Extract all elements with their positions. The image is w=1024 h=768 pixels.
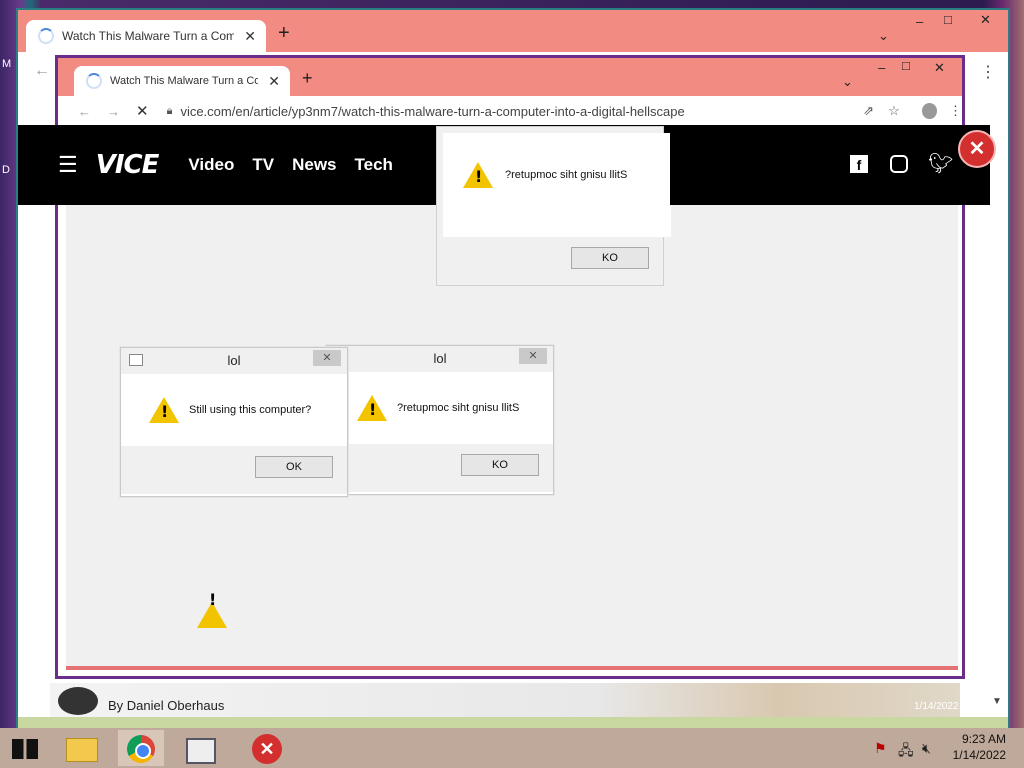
- app-icon: [129, 354, 143, 366]
- dialog-ko-button[interactable]: KO: [571, 247, 649, 269]
- dialog-ok-button[interactable]: OK: [255, 456, 333, 478]
- dialog-top-body: ?retupmoc siht gnisu llitS: [443, 133, 671, 237]
- facebook-icon[interactable]: f: [850, 155, 868, 173]
- new-tab-button[interactable]: +: [278, 22, 290, 45]
- error-icon: ✕: [958, 130, 996, 168]
- glitch-strip: By Daniel Oberhaus 1/14/2022: [50, 683, 960, 717]
- desktop-label: D: [2, 164, 10, 176]
- maximize-button[interactable]: □: [944, 12, 952, 27]
- back-arrow-icon[interactable]: ←: [34, 62, 50, 80]
- nav-tech[interactable]: Tech: [355, 155, 393, 175]
- volume-muted-icon[interactable]: 🔇︎: [922, 740, 931, 757]
- action-center-flag-icon[interactable]: ⚑: [874, 740, 887, 757]
- dialog-message: Still using this computer?: [189, 404, 312, 416]
- clock-date: 1/14/2022: [952, 748, 1006, 762]
- dialog-left-body: Still using this computer?: [121, 374, 347, 446]
- warning-icon: [463, 162, 493, 188]
- window-app-icon: [186, 738, 216, 764]
- dialog-ko-button[interactable]: KO: [461, 454, 539, 476]
- lock-icon: 🔒︎: [166, 104, 173, 117]
- tab-title: Watch This Malware Turn a Computer into …: [110, 75, 259, 87]
- network-icon[interactable]: 🖧︎: [898, 740, 914, 764]
- inner-tab-strip: Watch This Malware Turn a Computer into …: [58, 58, 962, 96]
- dialog-middle-body: ?retupmoc siht gnisu llitS: [327, 372, 553, 444]
- hamburger-menu-icon[interactable]: ☰: [58, 152, 78, 178]
- url-text: vice.com/en/article/yp3nm7/watch-this-ma…: [180, 103, 685, 119]
- dialog-left: lol ✕ Still using this computer? OK: [120, 347, 348, 497]
- tab-search-icon[interactable]: ⌄: [842, 74, 853, 90]
- stop-loading-icon[interactable]: ✕: [136, 102, 149, 120]
- minimize-button[interactable]: –: [878, 60, 885, 75]
- taskbar-chrome[interactable]: [118, 730, 164, 766]
- error-icon: ✕: [252, 734, 282, 764]
- clock[interactable]: 9:23 AM 1/14/2022: [944, 732, 1006, 762]
- address-bar[interactable]: 🔒︎ vice.com/en/article/yp3nm7/watch-this…: [167, 104, 854, 119]
- warning-icon: [149, 397, 179, 423]
- loading-spinner-icon: [86, 73, 102, 89]
- tab-search-icon[interactable]: ⌄: [878, 28, 889, 44]
- chrome-icon-center: [135, 743, 151, 759]
- browser-menu-icon[interactable]: ⋮: [949, 103, 962, 119]
- clock-time: 9:23 AM: [961, 732, 1006, 746]
- dialog-middle: lol ✕ ?retupmoc siht gnisu llitS KO: [326, 345, 554, 495]
- author-avatar: [58, 687, 98, 715]
- close-window-button[interactable]: ✕: [980, 12, 991, 28]
- close-window-button[interactable]: ✕: [934, 60, 945, 76]
- dialog-top: ?retupmoc siht gnisu llitS KO: [436, 126, 671, 286]
- minimize-button[interactable]: –: [916, 14, 923, 29]
- outer-tab-strip: Watch This Malware Turn a Computer into …: [18, 10, 1008, 52]
- glitch-band: [18, 717, 1008, 728]
- inner-toolbar: ← → ✕ 🔒︎ vice.com/en/article/yp3nm7/watc…: [58, 96, 962, 126]
- tab-close-icon[interactable]: ✕: [268, 73, 280, 90]
- forward-arrow-icon[interactable]: →: [107, 104, 120, 119]
- profile-avatar-icon[interactable]: [921, 103, 937, 119]
- taskbar-app[interactable]: [176, 730, 222, 766]
- glitch-line: [66, 666, 958, 670]
- instagram-icon[interactable]: [890, 155, 908, 173]
- nav-tv[interactable]: TV: [252, 155, 274, 175]
- nav-news[interactable]: News: [292, 155, 336, 175]
- maximize-button[interactable]: □: [902, 58, 910, 73]
- new-tab-button[interactable]: +: [302, 68, 313, 89]
- folder-icon: [66, 738, 98, 762]
- browser-menu-icon[interactable]: ⋮: [980, 62, 996, 82]
- back-arrow-icon[interactable]: ←: [78, 104, 91, 119]
- taskbar: ✕ ⚑ 🖧︎ 🔇︎ 9:23 AM 1/14/2022: [0, 728, 1024, 768]
- warning-icon: [357, 395, 387, 421]
- nav-video[interactable]: Video: [188, 155, 234, 175]
- windows-logo-icon: [12, 739, 38, 759]
- warning-icon: [197, 585, 227, 628]
- share-icon[interactable]: ⇗: [863, 103, 874, 119]
- inner-tab[interactable]: Watch This Malware Turn a Computer into …: [74, 66, 290, 96]
- outer-tab[interactable]: Watch This Malware Turn a Computer into …: [26, 20, 266, 52]
- vice-logo[interactable]: VICE: [96, 150, 160, 180]
- loading-spinner-icon: [38, 28, 54, 44]
- dialog-title-text: lol: [227, 353, 241, 368]
- taskbar-error-app[interactable]: ✕: [244, 730, 290, 766]
- dialog-close-button[interactable]: ✕: [313, 350, 341, 366]
- dialog-message: ?retupmoc siht gnisu llitS: [397, 402, 520, 414]
- header-fragment: [670, 125, 680, 205]
- dialog-footer: OK: [121, 446, 347, 494]
- desktop-label: M: [2, 58, 12, 70]
- dialog-footer: KO: [327, 444, 553, 492]
- dialog-message: ?retupmoc siht gnisu llitS: [505, 169, 628, 181]
- bookmark-star-icon[interactable]: ☆: [888, 103, 900, 119]
- tab-title: Watch This Malware Turn a Computer into …: [62, 29, 235, 43]
- scroll-down-icon[interactable]: ▼: [992, 696, 1002, 707]
- dialog-close-button[interactable]: ✕: [519, 348, 547, 364]
- tab-close-icon[interactable]: ✕: [244, 28, 256, 45]
- author-byline: By Daniel Oberhaus: [108, 698, 225, 713]
- taskbar-file-explorer[interactable]: [58, 730, 104, 766]
- ghost-date: 1/14/2022: [914, 701, 959, 712]
- twitter-icon[interactable]: 🐦︎: [928, 151, 953, 176]
- start-button[interactable]: [2, 730, 48, 766]
